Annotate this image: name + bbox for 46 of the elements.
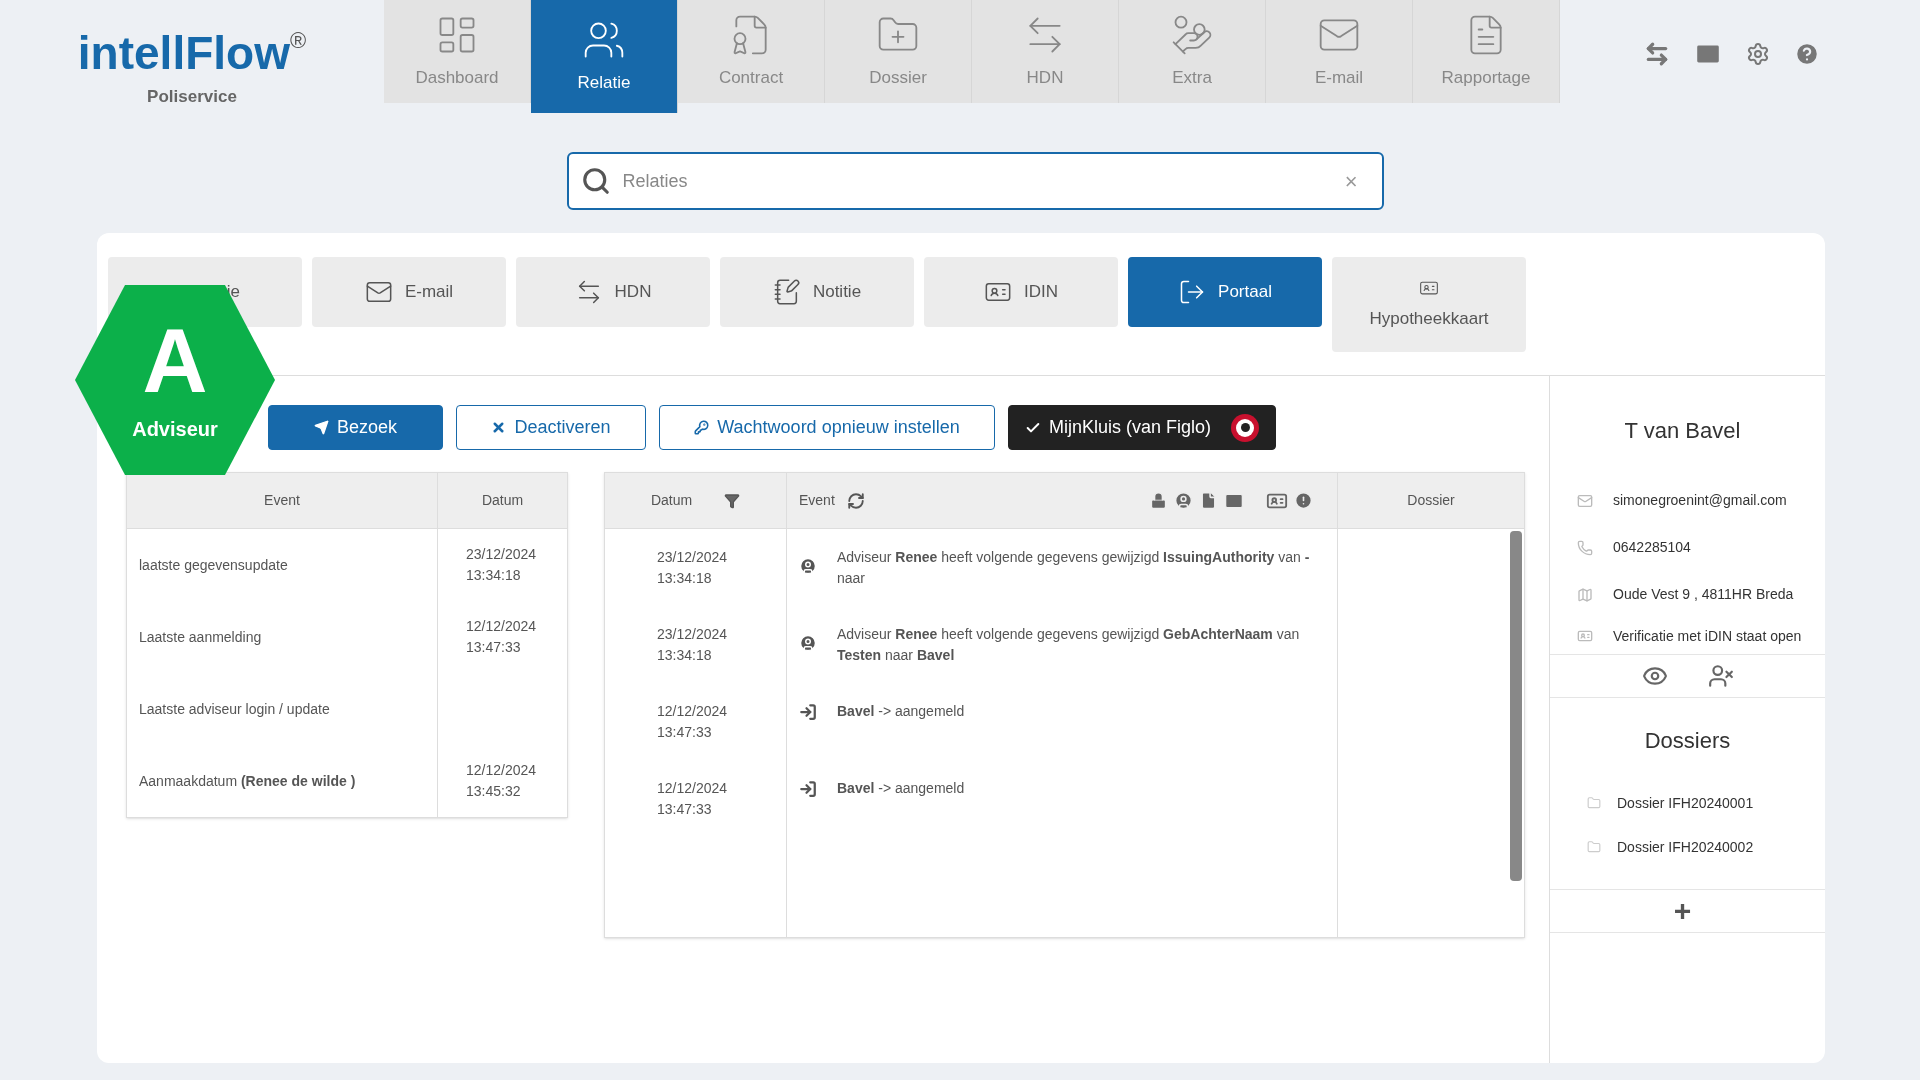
column-header: Dossier [1406,491,1456,510]
table-cell-text: 12/12/2024 13:45:32 [466,761,537,801]
event-text: Bavel -> aangemeld [836,702,965,721]
table-cell-text: Laatste aanmelding [139,627,262,647]
event-text: Adviseur Renee heeft volgende gegevens gewijzigd GebAchterNaam van Testen naar Bavel [836,625,1301,665]
section-tab[interactable]: IDIN [924,257,1118,327]
table-cell-text: 12/12/2024 13:47:33 [657,779,729,819]
event-text: Bavel -> aangemeld [836,779,965,798]
column-header: Datum [650,491,693,510]
action-button[interactable]: Bezoek [268,405,443,450]
section-tab[interactable]: Portaal [1128,257,1322,327]
dossier-link[interactable]: Dossier IFH20240002 [1617,836,1754,858]
dossiers-title: Dossiers [1643,727,1732,755]
logo-subtitle: Poliservice [147,86,237,108]
action-button[interactable]: Deactiveren [456,405,646,450]
logo-text: intellFlow [77,30,290,76]
nav-tab[interactable]: Relatie [531,0,678,113]
section-tab[interactable]: Notitie [720,257,914,327]
clear-button[interactable]: × [1344,164,1358,198]
contact-detail: Oude Vest 9 , 4811HR Breda [1613,585,1794,604]
table-cell-text: 23/12/2024 13:34:18 [466,545,537,585]
add-button[interactable]: + [1673,896,1702,926]
table-cell-text: Aanmaakdatum (Renee de wilde ) [139,771,356,791]
badge-letter: A [142,316,208,406]
badge-label: Adviseur [132,417,218,442]
contact-detail: Verificatie met iDIN staat open [1613,626,1802,646]
action-button[interactable]: MijnKluis (van Figlo) [1008,405,1276,450]
table-cell-text: laatste gegevensupdate [139,555,288,575]
section-tab[interactable]: HDN [516,257,710,327]
column-header: Event [799,491,835,510]
table-cell-text: 12/12/2024 13:47:33 [466,617,537,657]
registered-mark: ® [289,30,307,52]
section-tab[interactable]: E-mail [312,257,506,327]
table-cell-text: Laatste adviseur login / update [139,699,330,719]
event-text: Adviseur Renee heeft volgende gegevens gewijzigd IssuingAuthority van - naar [836,548,1311,588]
contact-detail: simonegroenint@gmail.com [1613,491,1787,510]
action-button[interactable]: Wachtwoord opnieuw instellen [659,405,995,450]
table-cell-text: 12/12/2024 13:47:33 [657,702,729,742]
search-field[interactable]: Relaties × [566,152,1384,210]
table-cell-text: 23/12/2024 13:34:18 [657,548,729,588]
section-tab[interactable]: Hypotheekkaart [1332,257,1526,352]
contact-detail: 0642285104 [1613,538,1691,557]
contact-name: T van Bavel [1623,417,1742,445]
column-header: Datum [480,491,525,510]
table-cell-text: 23/12/2024 13:34:18 [657,625,729,665]
dossier-link[interactable]: Dossier IFH20240001 [1617,792,1754,814]
